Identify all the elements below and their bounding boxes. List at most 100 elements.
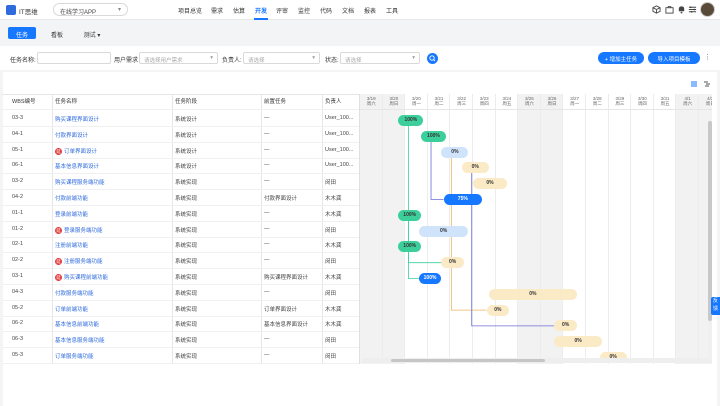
gantt-task-bar[interactable]: 0%: [441, 257, 464, 269]
task-name-cell[interactable]: 基本信息服务端功能: [55, 336, 167, 344]
owner-select[interactable]: 请选择 ▾: [243, 52, 320, 64]
stage-cell: 系统实现: [175, 178, 257, 186]
owner-cell-text: 闵田: [325, 227, 337, 234]
task-name-cell[interactable]: 基本信息前端功能: [55, 320, 167, 328]
gantt-task-bar[interactable]: 100%: [421, 130, 446, 142]
feedback-badge[interactable]: 反馈: [711, 297, 720, 315]
gantt-task-bar[interactable]: 0%: [554, 320, 577, 332]
owner-cell: 闵田: [325, 226, 355, 234]
status-select[interactable]: 请选择 ▾: [340, 52, 420, 64]
nav-item-tools[interactable]: 工具: [386, 6, 398, 15]
column-divider: [172, 94, 173, 364]
nav-item-development[interactable]: 开发: [255, 6, 267, 15]
gantt-task-bar[interactable]: 100%: [398, 241, 421, 253]
chevron-down-icon: ▾: [312, 55, 315, 61]
tab-test[interactable]: 测试 ▾: [78, 27, 106, 39]
wbs-cell: 04-3: [12, 289, 50, 295]
more-options-icon[interactable]: ⋮: [704, 53, 711, 61]
gantt-view-icon[interactable]: [703, 80, 711, 88]
wbs-cell: 03-1: [12, 273, 50, 279]
user-requirement-label: 用户需求: [114, 58, 139, 64]
column-header-predecessor: 前置任务: [264, 99, 287, 105]
gantt-task-bar[interactable]: 0%: [441, 146, 469, 158]
predecessor-cell-text: —: [264, 115, 270, 121]
gantt-task-bar[interactable]: 0%: [554, 336, 602, 348]
nav-item-requirements[interactable]: 需求: [211, 6, 223, 15]
predecessor-cell-text: —: [264, 352, 270, 358]
nav-item-monitor[interactable]: 监控: [298, 6, 310, 15]
status-placeholder: 请选择: [345, 58, 362, 64]
cube-icon[interactable]: [652, 5, 661, 14]
bell-icon[interactable]: [677, 5, 686, 14]
gantt-task-bar[interactable]: 100%: [398, 115, 424, 126]
project-select-value: 在线学习APP: [60, 10, 97, 16]
add-main-task-button[interactable]: + 增加主任务: [598, 52, 644, 64]
gantt-task-bar[interactable]: 0%: [486, 304, 510, 316]
owner-cell-text: 木木龚: [325, 196, 342, 202]
owner-cell-text: 闵田: [325, 354, 337, 360]
wbs-cell-text: 05-2: [12, 304, 24, 311]
delay-flag-icon: 延: [55, 147, 62, 155]
vertical-scroll-thumb[interactable]: [708, 121, 712, 321]
tab-board[interactable]: 看板: [47, 27, 67, 39]
task-name-cell[interactable]: 购买课程界面设计: [55, 115, 167, 123]
avatar[interactable]: [700, 2, 715, 17]
nav-item-review[interactable]: 评审: [276, 6, 288, 15]
row-divider: [3, 299, 359, 301]
project-select[interactable]: 在线学习APP ▾: [53, 3, 128, 16]
import-template-button[interactable]: 导入项目模板: [648, 52, 700, 64]
task-name-cell[interactable]: 付款界面设计: [55, 131, 167, 139]
task-name-cell[interactable]: 基本信息界面设计: [55, 162, 167, 170]
search-button[interactable]: [427, 53, 438, 64]
tab-tasks[interactable]: 任务: [8, 27, 36, 39]
task-name-cell[interactable]: 订单前端功能: [55, 305, 167, 313]
gantt-task-bar[interactable]: 75%: [443, 194, 483, 205]
task-name-cell[interactable]: 订单服务端功能: [55, 352, 167, 360]
task-name-cell-text: 订单服务端功能: [55, 354, 94, 360]
wbs-cell-text: 04-1: [12, 130, 24, 137]
task-name-cell[interactable]: 延注册服务端功能: [55, 257, 167, 266]
gantt-task-bar[interactable]: 100%: [418, 273, 442, 284]
stage-cell: 系统实现: [175, 226, 257, 234]
stage-cell-text: 系统实现: [175, 259, 198, 266]
nav-item-overview[interactable]: 项目总览: [178, 6, 202, 15]
gantt-task-bar[interactable]: 0%: [473, 178, 507, 190]
task-name-cell[interactable]: 购买课程服务端功能: [55, 178, 167, 186]
gantt-task-bar[interactable]: 0%: [418, 225, 469, 237]
owner-cell-text: 闵田: [325, 180, 337, 187]
nav-item-docs[interactable]: 文档: [342, 6, 354, 15]
task-name-cell[interactable]: 注册前端功能: [55, 241, 167, 249]
briefcase-icon[interactable]: [665, 5, 674, 14]
stage-cell: 系统实现: [175, 289, 257, 297]
nav-item-estimate[interactable]: 估算: [233, 6, 245, 15]
user-requirement-select[interactable]: 请选择用户需求 ▾: [139, 52, 218, 64]
list-view-icon[interactable]: [690, 80, 698, 88]
wbs-cell-text: 06-2: [12, 320, 24, 327]
task-name-cell[interactable]: 延购买课程前端功能: [55, 273, 167, 282]
predecessor-cell-text: —: [264, 178, 270, 185]
horizontal-scroll-thumb[interactable]: [391, 359, 545, 362]
task-name-cell[interactable]: 延登录服务端功能: [55, 226, 167, 234]
owner-cell-text: User_100...: [325, 130, 354, 137]
task-name-cell[interactable]: 登录前端功能: [55, 210, 167, 218]
search-icon: [429, 55, 436, 62]
nav-item-code[interactable]: 代码: [320, 6, 332, 15]
predecessor-cell-text: —: [264, 241, 270, 248]
predecessor-cell: —: [264, 289, 320, 295]
task-name-input[interactable]: [37, 52, 111, 64]
gantt-dependency-lines: [408, 120, 555, 327]
gantt-task-bar[interactable]: 0%: [488, 288, 577, 300]
wbs-cell: 05-1: [12, 147, 50, 153]
predecessor-cell-text: —: [264, 209, 270, 216]
gantt-task-bar[interactable]: 100%: [398, 209, 421, 221]
task-name-cell-text: 订单界面设计: [64, 148, 98, 155]
settings-sliders-icon[interactable]: [688, 5, 697, 14]
nav-item-reports[interactable]: 报表: [364, 6, 376, 15]
task-name-cell[interactable]: 延订单界面设计: [55, 147, 167, 155]
wbs-cell-text: 03-3: [12, 115, 24, 121]
owner-label: 负责人:: [222, 58, 242, 64]
task-name-cell[interactable]: 付款服务端功能: [55, 289, 167, 297]
gantt-task-bar[interactable]: 0%: [461, 162, 489, 174]
stage-cell: 系统实现: [175, 336, 257, 344]
task-name-cell[interactable]: 付款前端功能: [55, 194, 167, 202]
